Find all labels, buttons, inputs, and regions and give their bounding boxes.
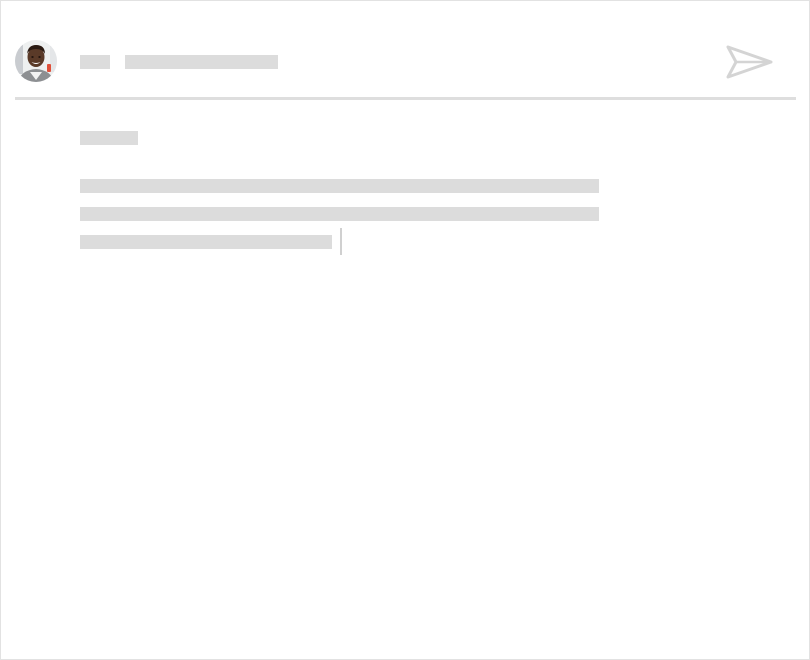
sender-name-placeholder	[80, 55, 110, 69]
paper-plane-icon	[726, 45, 773, 79]
person-avatar-icon	[15, 40, 57, 82]
header-divider	[15, 97, 796, 100]
body-line-placeholder	[80, 235, 332, 249]
body-line-placeholder	[80, 207, 599, 221]
recipient-field[interactable]	[125, 55, 278, 69]
message-composer	[0, 0, 810, 660]
greeting-placeholder	[80, 131, 138, 145]
send-button[interactable]	[725, 43, 773, 81]
text-cursor[interactable]	[340, 228, 342, 255]
sender-avatar	[15, 40, 57, 82]
body-line-placeholder	[80, 179, 599, 193]
